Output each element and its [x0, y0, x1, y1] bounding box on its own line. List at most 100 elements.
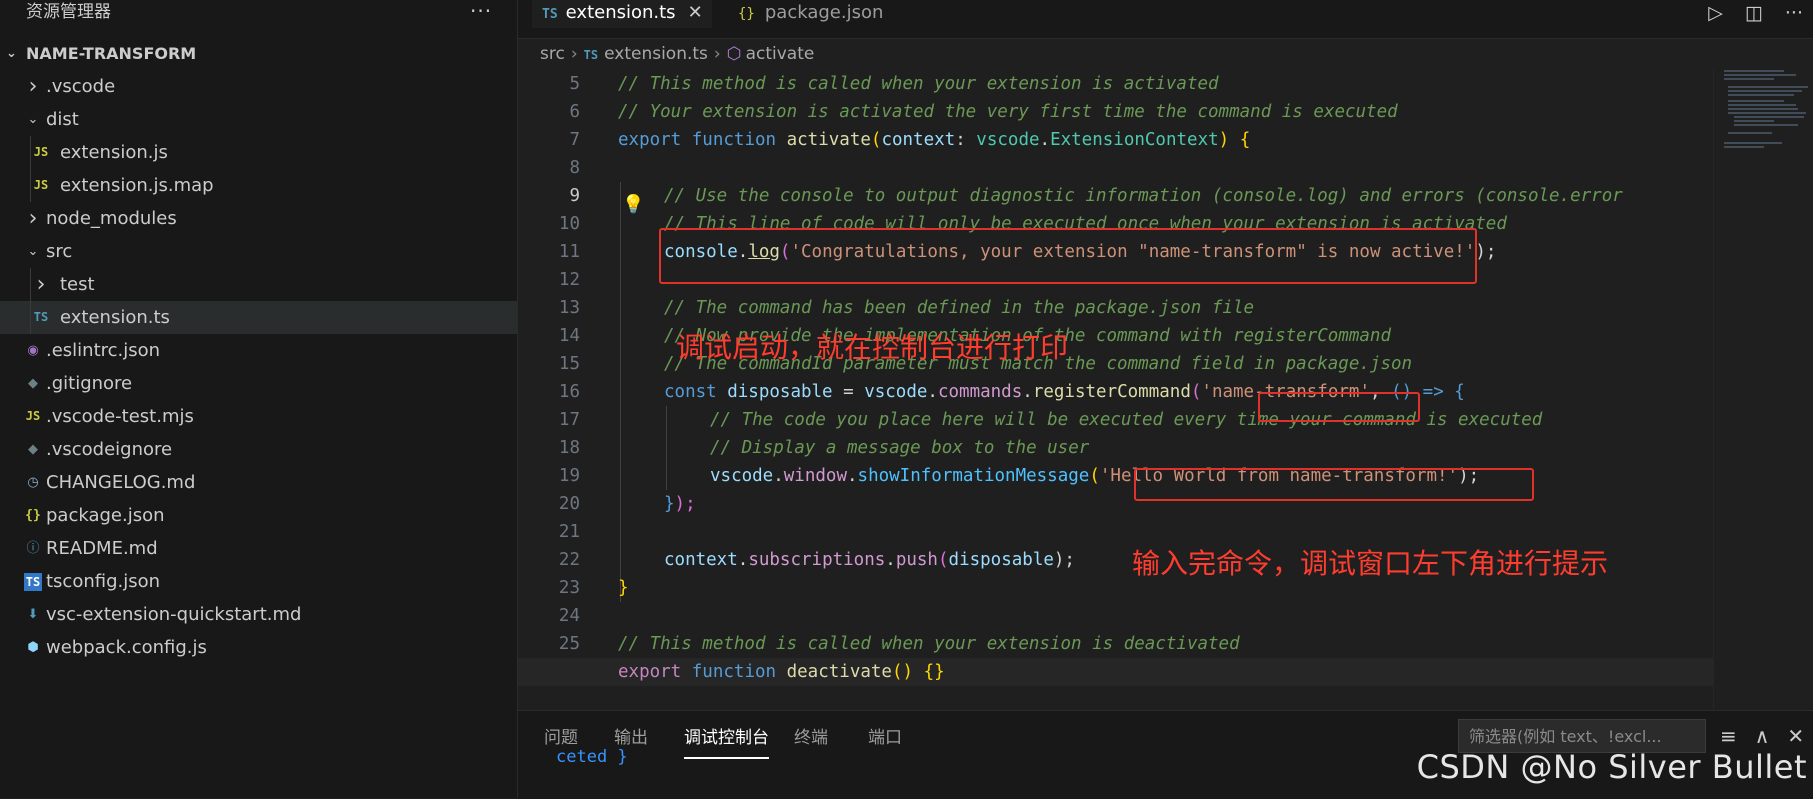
file-tree-item[interactable]: ◆ .gitignore: [0, 367, 517, 400]
code-keyword: const: [664, 382, 717, 402]
file-tree-item[interactable]: {} package.json: [0, 499, 517, 532]
file-tree-label: extension.js.map: [60, 175, 214, 196]
minimap-line: [1728, 112, 1806, 114]
ts-file-icon: TS: [583, 48, 599, 62]
breadcrumb-symbol[interactable]: activate: [746, 44, 815, 64]
code-param: context: [881, 130, 956, 150]
code-comment: // Display a message box to the user: [710, 438, 1090, 458]
code-punct: .: [927, 382, 938, 402]
highlight-box-message: [1134, 468, 1534, 501]
breadcrumb-file[interactable]: extension.ts: [604, 44, 708, 64]
file-tree-item[interactable]: JS extension.js: [0, 136, 517, 169]
file-tree-item[interactable]: › test: [0, 268, 517, 301]
panel-tab[interactable]: 调试控制台: [684, 721, 769, 759]
code-punct: );: [674, 494, 696, 514]
code-bracket: {: [1239, 130, 1251, 150]
file-tree-label: .eslintrc.json: [46, 340, 161, 361]
minimap-line: [1728, 90, 1802, 92]
panel-tab[interactable]: 端口: [868, 721, 902, 757]
close-icon[interactable]: ✕: [688, 2, 703, 23]
chevron-down-icon: ⌄: [27, 244, 39, 259]
minimap-line: [1728, 86, 1808, 88]
js-file-icon: JS: [25, 409, 41, 423]
tab-label: package.json: [764, 2, 884, 23]
code-bracket: (: [1190, 382, 1202, 402]
file-tree-item[interactable]: › node_modules: [0, 202, 517, 235]
code-comment: // This method is called when your exten…: [618, 634, 1240, 654]
file-tree-item[interactable]: ◷ CHANGELOG.md: [0, 466, 517, 499]
code-keyword: export: [618, 662, 682, 682]
command-annotation: 输入完命令，调试窗口左下角进行提示: [1132, 547, 1609, 580]
minimap-line: [1724, 142, 1782, 144]
file-tree-label: node_modules: [46, 208, 177, 229]
code-bracket: {}: [923, 662, 945, 682]
file-tree-item[interactable]: TS extension.ts: [0, 301, 517, 334]
code-keyword: function: [691, 130, 777, 150]
code-function: deactivate: [786, 662, 892, 682]
breadcrumb: src › TS extension.ts › ⬡ activate: [540, 40, 814, 68]
file-tree-item[interactable]: TS tsconfig.json: [0, 565, 517, 598]
code-identifier: vscode: [864, 382, 928, 402]
json-file-icon: {}: [25, 508, 41, 523]
line-number-row: 24: [518, 602, 1713, 630]
code-bracket: (: [870, 130, 882, 150]
code-editor[interactable]: 567891011121314151617181920212223242526 …: [518, 70, 1713, 710]
minimap-line: [1724, 78, 1774, 80]
workspace-root-folder[interactable]: ⌄ NAME-TRANSFORM: [0, 38, 517, 69]
code-property: commands: [937, 382, 1023, 402]
line-number: 24: [558, 606, 580, 626]
code-bracket: {: [1454, 382, 1465, 402]
panel-tab[interactable]: 终端: [794, 721, 828, 757]
file-tree-item[interactable]: JS extension.js.map: [0, 169, 517, 202]
code-bracket: (: [1089, 466, 1100, 486]
breadcrumb-folder[interactable]: src: [540, 44, 565, 64]
tab-extension-ts[interactable]: TS extension.ts ✕: [532, 0, 712, 28]
run-icon[interactable]: ▷: [1708, 2, 1723, 24]
code-punct: :: [955, 130, 977, 150]
info-icon: ⓘ: [26, 541, 40, 556]
file-tree-item[interactable]: ⓘ README.md: [0, 532, 517, 565]
watermark: CSDN @No Silver Bullet: [1416, 748, 1807, 786]
code-punct: .: [1022, 382, 1033, 402]
explorer-sidebar: 资源管理器 ··· ⌄ NAME-TRANSFORM › .vscode ⌄ dist…: [0, 0, 518, 798]
code-identifier: context: [664, 550, 738, 570]
tab-label: extension.ts: [565, 2, 676, 23]
file-tree-item[interactable]: JS .vscode-test.mjs: [0, 400, 517, 433]
git-icon: ◆: [28, 376, 38, 391]
code-line: // This method is called when your exten…: [518, 70, 1713, 98]
more-actions-icon[interactable]: ···: [1785, 2, 1803, 24]
code-line: // Your extension is activated the very …: [518, 98, 1713, 126]
file-tree-item[interactable]: ⌄ dist: [0, 103, 517, 136]
code-property: window: [783, 466, 847, 486]
file-tree-label: dist: [46, 109, 79, 130]
file-tree-item[interactable]: ⬇ vsc-extension-quickstart.md: [0, 598, 517, 631]
code-punct: );: [1475, 242, 1497, 262]
chevron-right-icon: ›: [713, 44, 721, 64]
file-tree-item[interactable]: ◉ .eslintrc.json: [0, 334, 517, 367]
file-tree-label: .vscode-test.mjs: [46, 406, 194, 427]
code-namespace: vscode: [976, 130, 1040, 150]
explorer-more-icon[interactable]: ···: [470, 0, 492, 22]
chevron-down-icon: ⌄: [27, 112, 39, 127]
file-tree-item[interactable]: ◆ .vscodeignore: [0, 433, 517, 466]
code-property: subscriptions: [748, 550, 886, 570]
tree-indent-guide: [30, 136, 31, 202]
editor-actions: ▷ ◫ ···: [1708, 0, 1803, 26]
file-tree-label: vsc-extension-quickstart.md: [46, 604, 302, 625]
debug-annotation: 调试启动，就在控制台进行打印: [676, 331, 1069, 364]
file-tree-item[interactable]: › .vscode: [0, 70, 517, 103]
file-tree-item[interactable]: ⌄ src: [0, 235, 517, 268]
clock-icon: ◷: [27, 475, 39, 490]
code-bracket: }: [664, 494, 675, 514]
tab-package-json[interactable]: {} package.json: [728, 0, 928, 28]
method-symbol-icon: ⬡: [726, 44, 742, 64]
split-editor-icon[interactable]: ◫: [1745, 2, 1763, 24]
download-icon: ⬇: [27, 607, 39, 622]
minimap-line: [1734, 120, 1774, 122]
tsconfig-icon: TS: [24, 573, 42, 591]
code-punct: .: [737, 550, 749, 570]
minimap[interactable]: [1713, 70, 1813, 710]
console-output-line: ceted }: [556, 747, 628, 767]
code-bracket: ): [1218, 130, 1240, 150]
file-tree-item[interactable]: ⬢ webpack.config.js: [0, 631, 517, 664]
